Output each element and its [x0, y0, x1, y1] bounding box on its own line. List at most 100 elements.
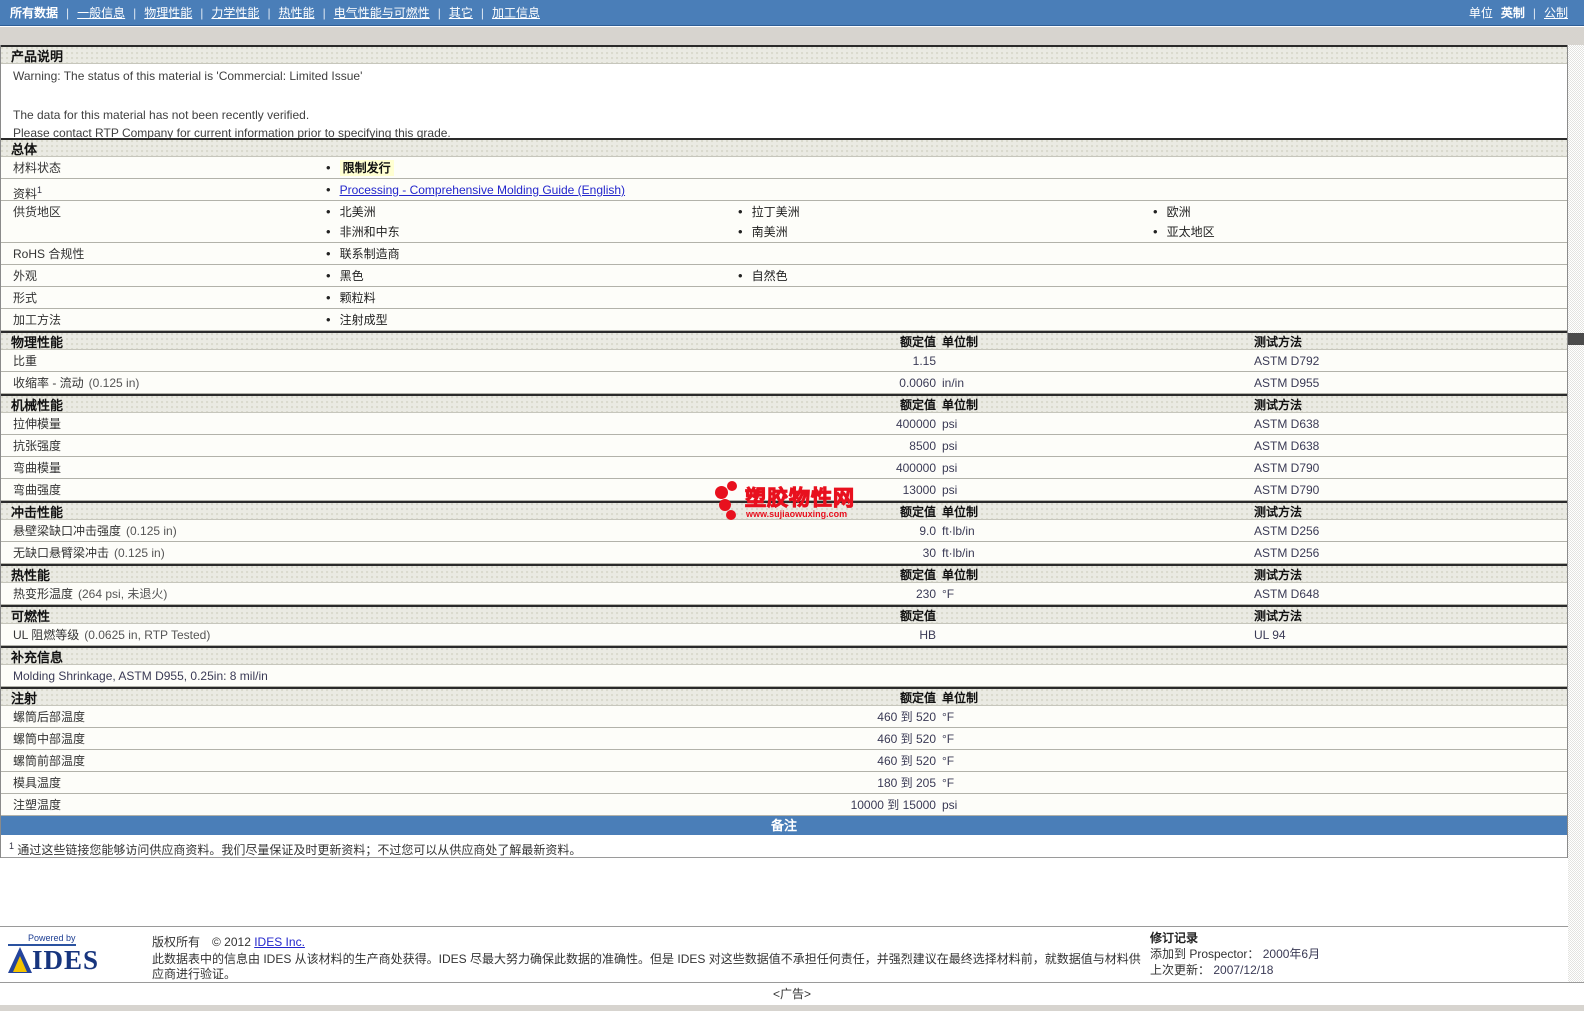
table-row: UL 阻燃等级 (0.0625 in, RTP Tested) HB UL 94 — [1, 624, 1567, 646]
section-title: 热性能 — [11, 568, 51, 583]
property-label: 螺筒中部温度 — [13, 732, 86, 746]
nav-physical[interactable]: 物理性能 — [144, 4, 192, 21]
property-unit: ft·lb/in — [942, 524, 975, 538]
ides-triangle-icon — [8, 947, 32, 973]
test-method: ASTM D790 — [1254, 461, 1320, 475]
ides-logo[interactable]: Powered by IDES — [8, 930, 146, 976]
property-condition: (0.125 in) — [88, 376, 140, 390]
table-row: 悬壁梁缺口冲击强度 (0.125 in) 9.0 ft·lb/in ASTM D2… — [1, 520, 1567, 542]
section-header-impact: 冲击性能 额定值 单位制 测试方法 — [1, 501, 1567, 520]
table-row: 弯曲模量 400000 psi ASTM D790 — [1, 457, 1567, 479]
property-label: 比重 — [13, 354, 38, 368]
supplemental-text: Molding Shrinkage, ASTM D955, 0.25in: 8 … — [13, 669, 268, 683]
table-row: 螺筒前部温度 460 到 520 °F — [1, 750, 1567, 772]
property-value: 30 — [922, 546, 936, 560]
property-unit: psi — [942, 439, 958, 453]
ides-logo-text: IDES — [32, 945, 100, 975]
section-header-injection: 注射 额定值 单位制 — [1, 687, 1567, 706]
property-condition: (0.0625 in, RTP Tested) — [84, 628, 211, 642]
property-unit: in/in — [942, 376, 965, 390]
nav-separator: | — [200, 5, 204, 20]
section-header-physical: 物理性能 额定值 单位制 测试方法 — [1, 331, 1567, 350]
section-header-mechanical: 机械性能 额定值 单位制 测试方法 — [1, 394, 1567, 413]
nav-thermal[interactable]: 热性能 — [279, 4, 315, 21]
property-unit: °F — [942, 710, 955, 724]
property-label: 螺筒前部温度 — [13, 754, 86, 768]
footer: Powered by IDES 版权所有 © 2012 IDES Inc. 此数… — [0, 926, 1568, 982]
property-unit: °F — [942, 587, 955, 601]
region-item: 非洲和中东 — [326, 221, 400, 243]
footnote-text: 通过这些链接您能够访问供应商资料。我们尽量保证及时更新资料；不过您可以从供应商处… — [17, 843, 582, 857]
table-row-processing-method: 加工方法 注射成型 — [1, 309, 1567, 331]
ides-inc-link[interactable]: IDES Inc. — [254, 935, 305, 949]
property-value: 460 到 520 — [877, 710, 936, 724]
property-label: 拉伸模量 — [13, 417, 62, 431]
nav-other[interactable]: 其它 — [449, 4, 473, 21]
nav-mechanical[interactable]: 力学性能 — [211, 4, 259, 21]
section-title: 物理性能 — [11, 335, 64, 350]
test-method: ASTM D792 — [1254, 354, 1320, 368]
property-condition: (264 psi, 未退火) — [78, 587, 168, 601]
units-label: 单位 — [1468, 6, 1493, 20]
section-title: 机械性能 — [11, 398, 64, 413]
property-value: 9.0 — [919, 524, 936, 538]
product-warning-block: Warning: The status of this material is … — [1, 64, 1567, 140]
nav-processing-info[interactable]: 加工信息 — [492, 4, 540, 21]
section-title: 注射 — [11, 691, 38, 706]
bullet-item: 联系制造商 — [326, 243, 400, 265]
property-label: 螺筒后部温度 — [13, 710, 86, 724]
table-row: 螺筒后部温度 460 到 520 °F — [1, 706, 1567, 728]
vertical-scrollbar[interactable] — [1568, 45, 1584, 982]
property-label: 弯曲强度 — [13, 483, 62, 497]
property-label: 收缩率 - 流动 (0.125 in) — [13, 376, 140, 390]
top-navbar: 所有数据 | 一般信息 | 物理性能 | 力学性能 | 热性能 | 电气性能与可… — [0, 0, 1584, 26]
property-unit: °F — [942, 754, 955, 768]
test-method: UL 94 — [1254, 628, 1286, 642]
property-value: 10000 到 15000 — [850, 798, 936, 812]
table-row: 抗张强度 8500 psi ASTM D638 — [1, 435, 1567, 457]
property-label: 悬壁梁缺口冲击强度 (0.125 in) — [13, 524, 177, 538]
row-label: 外观 — [13, 269, 38, 283]
footnote-row: 1 通过这些链接您能够访问供应商资料。我们尽量保证及时更新资料；不过您可以从供应… — [1, 835, 1567, 858]
section-header-flammability: 可燃性 额定值 测试方法 — [1, 605, 1567, 624]
property-value: 230 — [915, 587, 936, 601]
nav-separator: | — [480, 5, 484, 20]
property-condition: (0.125 in) — [114, 546, 165, 560]
row-label: 资料1 — [13, 185, 43, 201]
section-title: 补充信息 — [11, 650, 64, 665]
row-label: RoHS 合规性 — [13, 247, 85, 261]
property-label: 注塑温度 — [13, 798, 62, 812]
ad-placeholder: <广告> — [0, 982, 1584, 1005]
unit-metric-link[interactable]: 公制 — [1544, 4, 1568, 21]
nav-electrical-flammability[interactable]: 电气性能与可燃性 — [334, 4, 430, 21]
nav-separator: | — [267, 5, 271, 20]
section-header-thermal: 热性能 额定值 单位制 测试方法 — [1, 564, 1567, 583]
row-label: 材料状态 — [13, 161, 62, 175]
bottom-strip — [0, 1005, 1584, 1011]
scrollbar-thumb[interactable] — [1568, 333, 1584, 345]
property-label: 抗张强度 — [13, 439, 62, 453]
property-value: 460 到 520 — [877, 732, 936, 746]
property-value: 400000 — [895, 461, 936, 475]
section-title: 可燃性 — [11, 609, 51, 624]
table-row: 弯曲强度 13000 psi ASTM D790 — [1, 479, 1567, 501]
section-title: 总体 — [11, 142, 38, 157]
test-method: ASTM D790 — [1254, 483, 1320, 497]
table-row-forms: 形式 颗粒料 — [1, 287, 1567, 309]
property-value: 400000 — [895, 417, 936, 431]
nav-separator: | — [437, 5, 441, 20]
nav-all-data[interactable]: 所有数据 — [10, 4, 58, 21]
property-condition: (0.125 in) — [126, 524, 177, 538]
nav-general-info[interactable]: 一般信息 — [77, 4, 125, 21]
unit-english-current[interactable]: 英制 — [1501, 4, 1525, 21]
disclaimer-text: 此数据表中的信息由 IDES 从该材料的生产商处获得。IDES 尽最大努力确保此… — [152, 952, 1141, 981]
footnote-marker: 1 — [9, 841, 15, 851]
table-row: 注塑温度 10000 到 15000 psi — [1, 794, 1567, 816]
table-row-availability: 供货地区 北美洲 拉丁美洲 欧洲 非洲和中东 南美洲 亚太地区 — [1, 201, 1567, 243]
property-unit: ft·lb/in — [942, 546, 975, 560]
property-unit: psi — [942, 461, 958, 475]
molding-guide-link[interactable]: Processing - Comprehensive Molding Guide… — [340, 183, 625, 197]
status-badge: 限制发行 — [339, 160, 394, 176]
table-row-material-status: 材料状态 限制发行 — [1, 157, 1567, 179]
test-method: ASTM D638 — [1254, 439, 1320, 453]
